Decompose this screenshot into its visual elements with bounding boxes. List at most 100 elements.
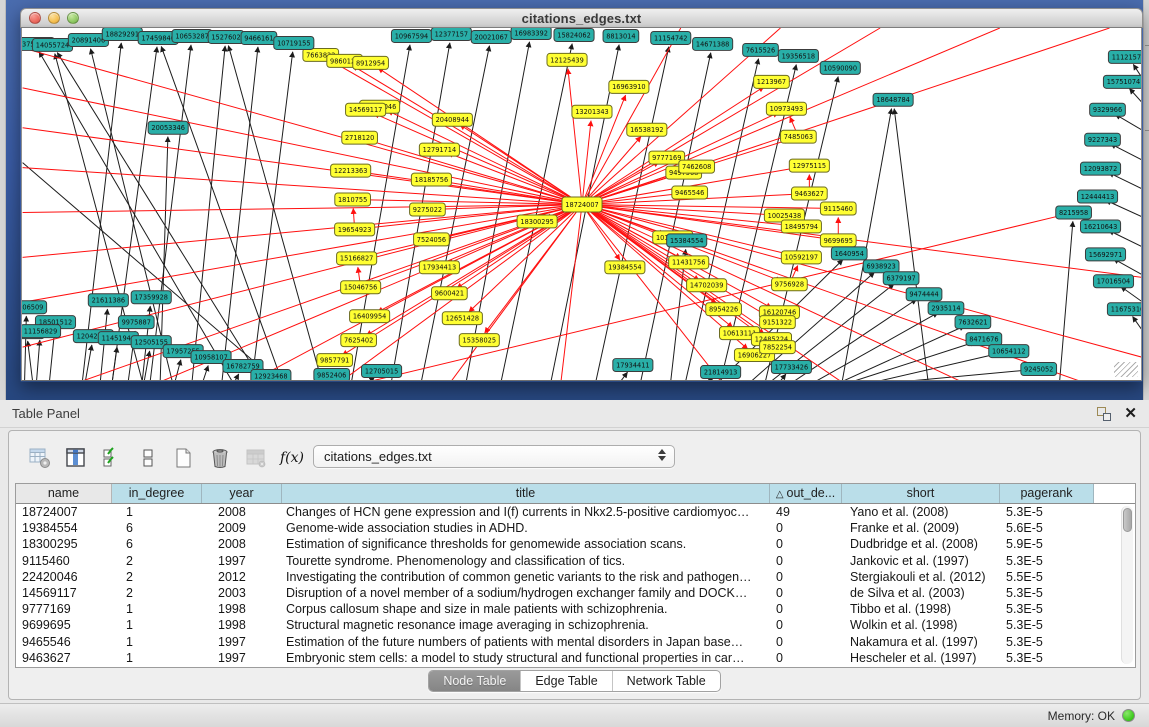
network-node-teal[interactable]: 16210643: [1080, 220, 1120, 233]
network-node-teal[interactable]: 10719155: [274, 36, 314, 49]
network-node-yellow[interactable]: 9465546: [672, 186, 708, 199]
table-row[interactable]: 977716911998Corpus callosum shape and si…: [16, 601, 1135, 617]
network-node-teal[interactable]: 21611386: [88, 294, 128, 307]
table-cell-out_de[interactable]: 49: [770, 504, 842, 520]
table-cell-year[interactable]: 1998: [202, 601, 282, 617]
table-row[interactable]: 1830029562008Estimation of significance …: [16, 536, 1135, 552]
network-node-yellow[interactable]: 16963910: [609, 80, 649, 93]
table-row[interactable]: 969969511998Structural magnetic resonanc…: [16, 617, 1135, 633]
tab-edge-table[interactable]: Edge Table: [521, 671, 612, 691]
network-node-yellow[interactable]: 11431756: [669, 256, 709, 269]
scrollbar-thumb[interactable]: [1123, 508, 1132, 532]
citation-edge-red[interactable]: [352, 66, 582, 205]
network-node-yellow[interactable]: 18495794: [781, 220, 821, 233]
citation-edge-black[interactable]: [1121, 286, 1142, 301]
citation-edge-black[interactable]: [780, 374, 785, 381]
table-cell-short[interactable]: Jankovic et al. (1997): [842, 553, 1000, 569]
network-node-yellow[interactable]: 12791714: [419, 143, 459, 156]
network-node-yellow[interactable]: 9600421: [432, 287, 468, 300]
network-node-teal[interactable]: 10653287: [172, 29, 212, 42]
table-cell-in_degree[interactable]: 2: [112, 553, 202, 569]
network-node-yellow[interactable]: 19654923: [335, 223, 375, 236]
network-node-yellow[interactable]: 9275022: [410, 203, 446, 216]
tab-network-table[interactable]: Network Table: [613, 671, 720, 691]
network-node-teal[interactable]: 1527602: [208, 30, 244, 43]
table-cell-pagerank[interactable]: 5.5E-5: [1000, 569, 1094, 585]
network-node-teal[interactable]: 1640954: [831, 247, 867, 260]
network-node-yellow[interactable]: 8954226: [706, 303, 742, 316]
network-node-teal[interactable]: 9975887: [118, 316, 154, 329]
network-node-teal[interactable]: 8813014: [603, 29, 639, 42]
network-node-teal[interactable]: 17359928: [131, 291, 171, 304]
table-cell-name[interactable]: 22420046: [16, 569, 112, 585]
table-cell-year[interactable]: 2012: [202, 569, 282, 585]
network-node-teal[interactable]: 17016504: [1093, 275, 1133, 288]
table-row[interactable]: 946554611997Estimation of the future num…: [16, 634, 1135, 650]
table-cell-out_de[interactable]: 0: [770, 536, 842, 552]
citation-edge-red[interactable]: [23, 88, 582, 205]
citation-edge-black[interactable]: [854, 342, 975, 381]
column-chooser-button[interactable]: [63, 445, 89, 471]
column-header-title[interactable]: title: [282, 484, 770, 503]
citation-edge-black[interactable]: [175, 360, 181, 381]
citation-edge-black[interactable]: [203, 366, 208, 381]
network-node-teal[interactable]: 9245052: [1021, 363, 1057, 376]
citation-network-graph[interactable]: 1872400776638229860124891295422420046145…: [22, 28, 1142, 381]
network-node-teal[interactable]: 9227343: [1085, 133, 1121, 146]
table-cell-name[interactable]: 14569117: [16, 585, 112, 601]
network-node-teal[interactable]: 9329966: [1090, 103, 1126, 116]
table-row[interactable]: 946362711997Embryonic stem cells: a mode…: [16, 650, 1135, 666]
citation-edge-black[interactable]: [1129, 89, 1141, 102]
network-node-teal[interactable]: 8471676: [966, 333, 1002, 346]
table-cell-pagerank[interactable]: 5.3E-5: [1000, 617, 1094, 633]
network-node-yellow[interactable]: 17934413: [419, 261, 459, 274]
citation-edge-red[interactable]: [23, 205, 582, 348]
network-node-yellow[interactable]: 9699695: [820, 234, 856, 247]
table-cell-title[interactable]: Structural magnetic resonance image aver…: [282, 617, 770, 633]
network-node-teal[interactable]: 11154742: [651, 31, 691, 44]
network-node-teal[interactable]: 20021067: [471, 30, 511, 43]
citation-edge-black[interactable]: [621, 372, 628, 381]
table-cell-name[interactable]: 9465546: [16, 634, 112, 650]
table-cell-year[interactable]: 2003: [202, 585, 282, 601]
table-cell-short[interactable]: Nakamura et al. (1997): [842, 634, 1000, 650]
citation-edge-red[interactable]: [374, 113, 582, 204]
table-cell-year[interactable]: 1998: [202, 617, 282, 633]
citation-edge-red[interactable]: [23, 168, 582, 205]
network-node-teal[interactable]: 15384554: [667, 234, 707, 247]
network-node-yellow[interactable]: 7462608: [679, 160, 715, 173]
table-cell-out_de[interactable]: 0: [770, 634, 842, 650]
network-node-teal[interactable]: 8215958: [1056, 206, 1092, 219]
table-cell-name[interactable]: 9777169: [16, 601, 112, 617]
citation-edge-red[interactable]: [23, 48, 582, 205]
network-node-teal[interactable]: 21814913: [701, 366, 741, 379]
network-window-titlebar[interactable]: citations_edges.txt: [20, 8, 1143, 28]
table-cell-title[interactable]: Embryonic stem cells: a model to study s…: [282, 650, 770, 666]
close-panel-icon[interactable]: ✕: [1124, 404, 1137, 422]
network-node-teal[interactable]: 7615526: [743, 43, 779, 56]
table-cell-name[interactable]: 18724007: [16, 504, 112, 520]
table-cell-out_de[interactable]: 0: [770, 650, 842, 666]
delete-row-button[interactable]: [207, 445, 233, 471]
table-cell-name[interactable]: 19384554: [16, 520, 112, 536]
delete-table-disabled-button[interactable]: [243, 445, 269, 471]
network-node-yellow[interactable]: 13201343: [572, 105, 612, 118]
network-node-teal[interactable]: 10590090: [820, 61, 860, 74]
table-cell-out_de[interactable]: 0: [770, 601, 842, 617]
network-node-yellow[interactable]: 10592197: [781, 251, 821, 264]
citation-edge-black[interactable]: [235, 374, 239, 381]
table-cell-in_degree[interactable]: 1: [112, 650, 202, 666]
column-header-year[interactable]: year: [202, 484, 282, 503]
network-node-yellow[interactable]: 18185756: [411, 173, 451, 186]
rows-toggle-button[interactable]: [135, 445, 161, 471]
network-node-teal[interactable]: 11156829: [22, 325, 61, 338]
network-node-teal[interactable]: 12923468: [251, 370, 291, 381]
network-node-teal[interactable]: 14671388: [693, 37, 733, 50]
network-node-yellow[interactable]: 12125439: [547, 53, 587, 66]
network-node-yellow[interactable]: 7852254: [760, 341, 796, 354]
network-node-yellow[interactable]: 15046756: [341, 281, 381, 294]
network-node-teal[interactable]: 14055724: [32, 38, 72, 51]
citation-edge-black[interactable]: [222, 47, 258, 381]
table-cell-name[interactable]: 18300295: [16, 536, 112, 552]
network-node-yellow[interactable]: 12651428: [442, 312, 482, 325]
